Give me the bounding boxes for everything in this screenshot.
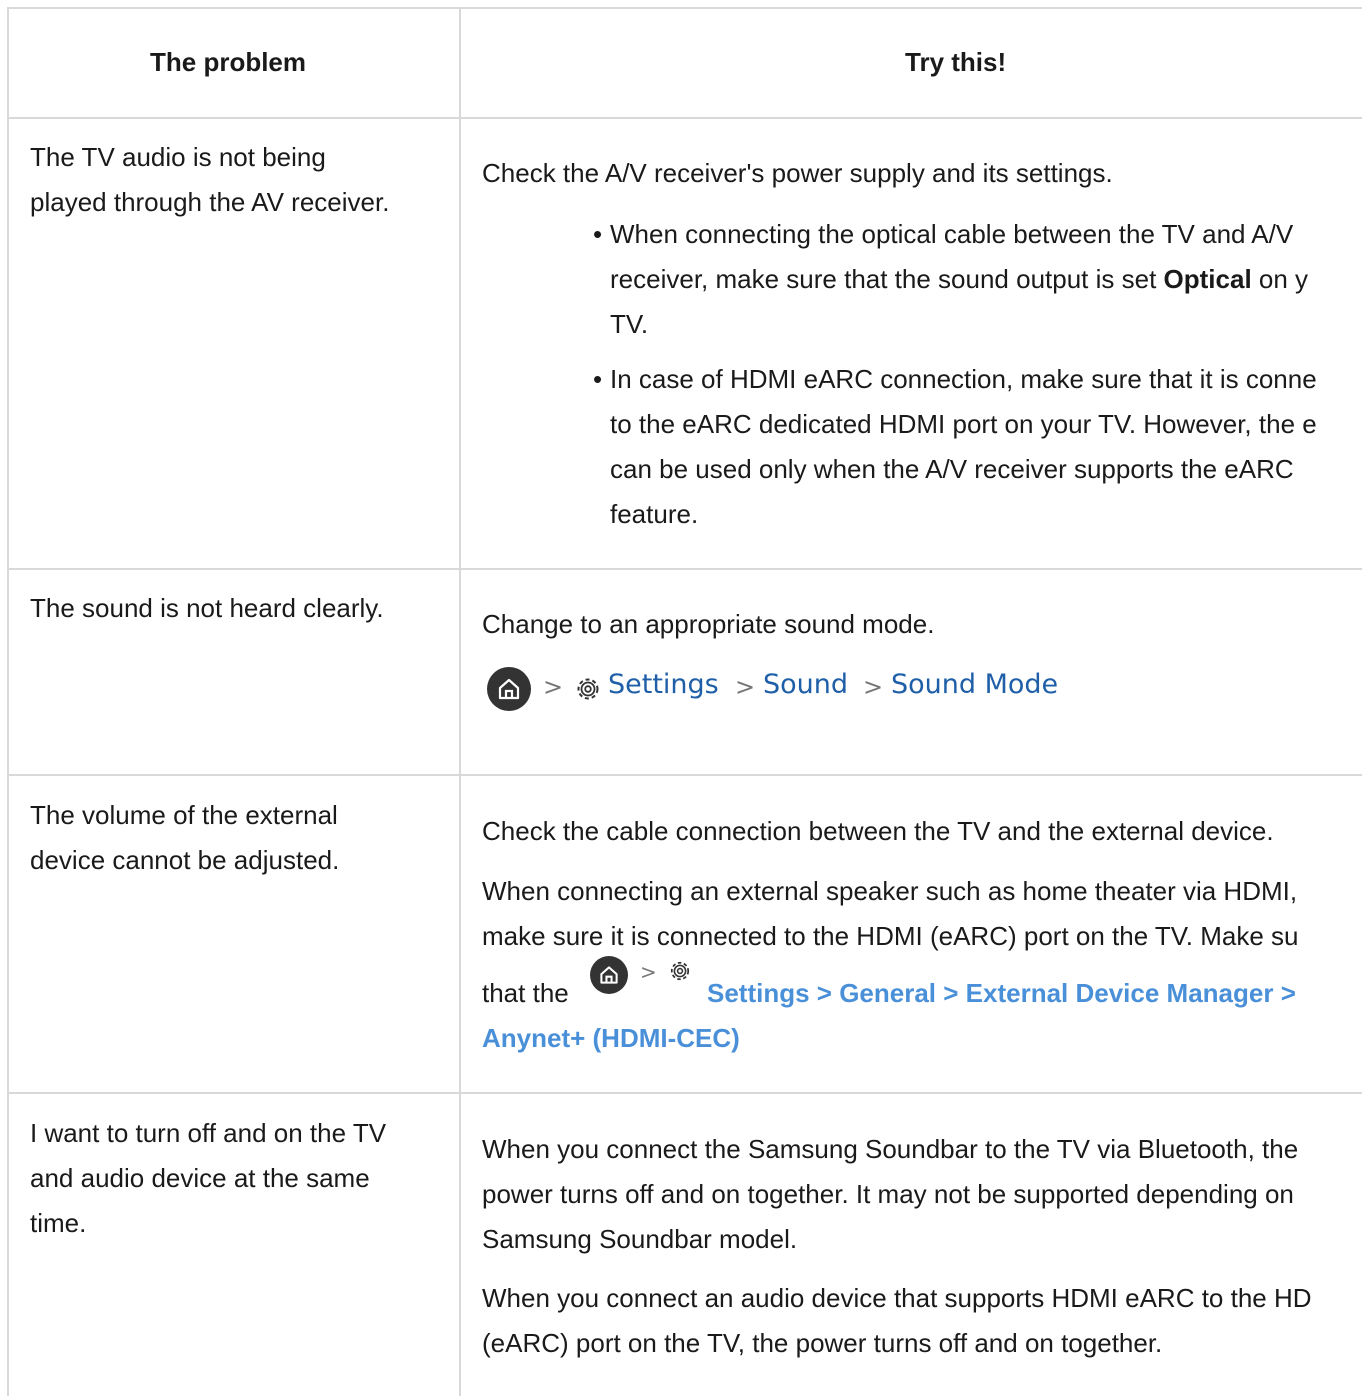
header-divider (7, 117, 1362, 119)
row-divider (7, 1092, 1362, 1094)
problem-text: time. (30, 1208, 87, 1238)
header-try-this: Try this! (905, 47, 1007, 77)
gear-icon (670, 961, 690, 981)
breadcrumb-sound: Sound (763, 669, 849, 700)
solution-intro: Check the A/V receiver's power supply an… (482, 158, 1113, 188)
solution-text: When you connect an audio device that su… (482, 1283, 1312, 1313)
row-divider (7, 774, 1362, 776)
problem-text: The sound is not heard clearly. (30, 593, 384, 623)
setting-value-optical: Optical (1163, 264, 1252, 294)
home-icon (590, 956, 628, 994)
header-problem: The problem (150, 47, 307, 77)
bullet-text: can be used only when the A/V receiver s… (610, 454, 1294, 484)
bullet-text: When connecting the optical cable betwee… (610, 219, 1294, 249)
problem-text: device cannot be adjusted. (30, 845, 340, 875)
row-divider (7, 568, 1362, 570)
problem-text: played through the AV receiver. (30, 187, 390, 217)
bullet-text: feature. (610, 499, 699, 529)
solution-text: When you connect the Samsung Soundbar to… (482, 1134, 1299, 1164)
home-icon (487, 667, 531, 711)
bullet-text: to the eARC dedicated HDMI port on your … (610, 409, 1317, 439)
chevron-right-icon: > (543, 673, 564, 701)
solution-text: When connecting an external speaker such… (482, 876, 1298, 906)
settings-path-link[interactable]: Settings > General > External Device Man… (707, 971, 1296, 1016)
solution-text: that the (482, 978, 569, 1008)
solution-intro: Check the cable connection between the T… (482, 816, 1274, 846)
breadcrumb-sound-mode: Sound Mode (891, 669, 1059, 700)
bullet-text: In case of HDMI eARC connection, make su… (610, 364, 1317, 394)
problem-text: The TV audio is not being (30, 142, 326, 172)
chevron-right-icon: > (640, 960, 657, 984)
problem-text: and audio device at the same (30, 1163, 370, 1193)
problem-text: I want to turn off and on the TV (30, 1118, 387, 1148)
table-border-left (7, 7, 9, 1396)
solution-text: (eARC) port on the TV, the power turns o… (482, 1328, 1163, 1358)
table-border-top (7, 7, 1362, 9)
breadcrumb-settings: Settings (608, 669, 719, 700)
bullet-text: receiver, make sure that the sound outpu… (610, 264, 1309, 294)
bullet-icon: • (593, 364, 603, 394)
column-divider (459, 7, 461, 1396)
solution-text: Samsung Soundbar model. (482, 1224, 798, 1254)
gear-icon (577, 678, 599, 700)
problem-text: The volume of the external (30, 800, 338, 830)
bullet-icon: • (593, 219, 603, 249)
solution-intro: Change to an appropriate sound mode. (482, 609, 935, 639)
bullet-text: TV. (610, 309, 649, 339)
chevron-right-icon: > (735, 673, 756, 701)
settings-path-link[interactable]: Anynet+ (HDMI-CEC) (482, 1016, 740, 1061)
solution-text: make sure it is connected to the HDMI (e… (482, 921, 1299, 951)
solution-text: power turns off and on together. It may … (482, 1179, 1294, 1209)
chevron-right-icon: > (863, 673, 884, 701)
